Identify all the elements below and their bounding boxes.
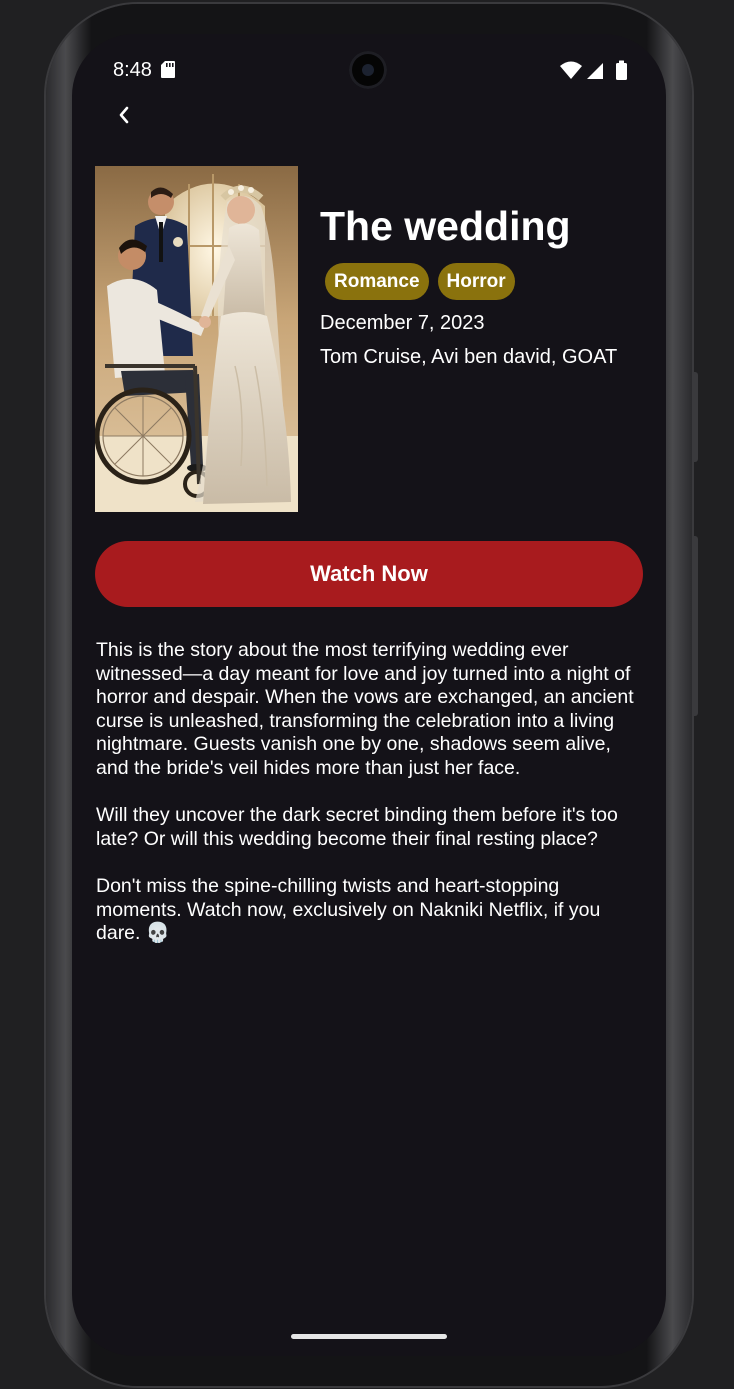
sd-card-icon bbox=[161, 61, 175, 83]
movie-info: The wedding Romance Horror December 7, 2… bbox=[320, 199, 650, 369]
description-paragraph: Will they uncover the dark secret bindin… bbox=[96, 804, 618, 850]
chevron-left-icon bbox=[119, 106, 129, 124]
power-button bbox=[692, 372, 698, 462]
cast-list: Tom Cruise, Avi ben david, GOAT bbox=[320, 346, 618, 368]
watch-now-button[interactable]: Watch Now bbox=[95, 541, 643, 607]
back-button[interactable] bbox=[106, 97, 142, 133]
movie-description: This is the story about the most terrify… bbox=[96, 639, 646, 969]
status-time: 8:48 bbox=[113, 59, 152, 81]
home-indicator[interactable] bbox=[291, 1334, 447, 1339]
battery-icon bbox=[616, 60, 627, 80]
status-icons bbox=[560, 60, 630, 85]
cellular-signal-icon bbox=[587, 63, 603, 79]
release-date: December 7, 2023 bbox=[320, 312, 485, 334]
volume-button bbox=[692, 536, 698, 716]
app-screen: 8:48 The wedding Romance Horror December… bbox=[72, 34, 666, 1356]
device-stage: 8:48 The wedding Romance Horror December… bbox=[0, 0, 734, 1389]
description-paragraph: This is the story about the most terrify… bbox=[96, 639, 634, 779]
movie-title: The wedding bbox=[320, 203, 571, 249]
wifi-icon bbox=[560, 61, 582, 79]
status-bar: 8:48 bbox=[72, 34, 666, 104]
movie-poster bbox=[95, 166, 298, 512]
genre-list: Romance Horror bbox=[325, 263, 650, 300]
front-camera bbox=[349, 51, 387, 89]
description-paragraph: Don't miss the spine-chilling twists and… bbox=[96, 874, 601, 945]
genre-chip-romance[interactable]: Romance bbox=[325, 263, 429, 300]
genre-chip-horror[interactable]: Horror bbox=[437, 263, 515, 300]
